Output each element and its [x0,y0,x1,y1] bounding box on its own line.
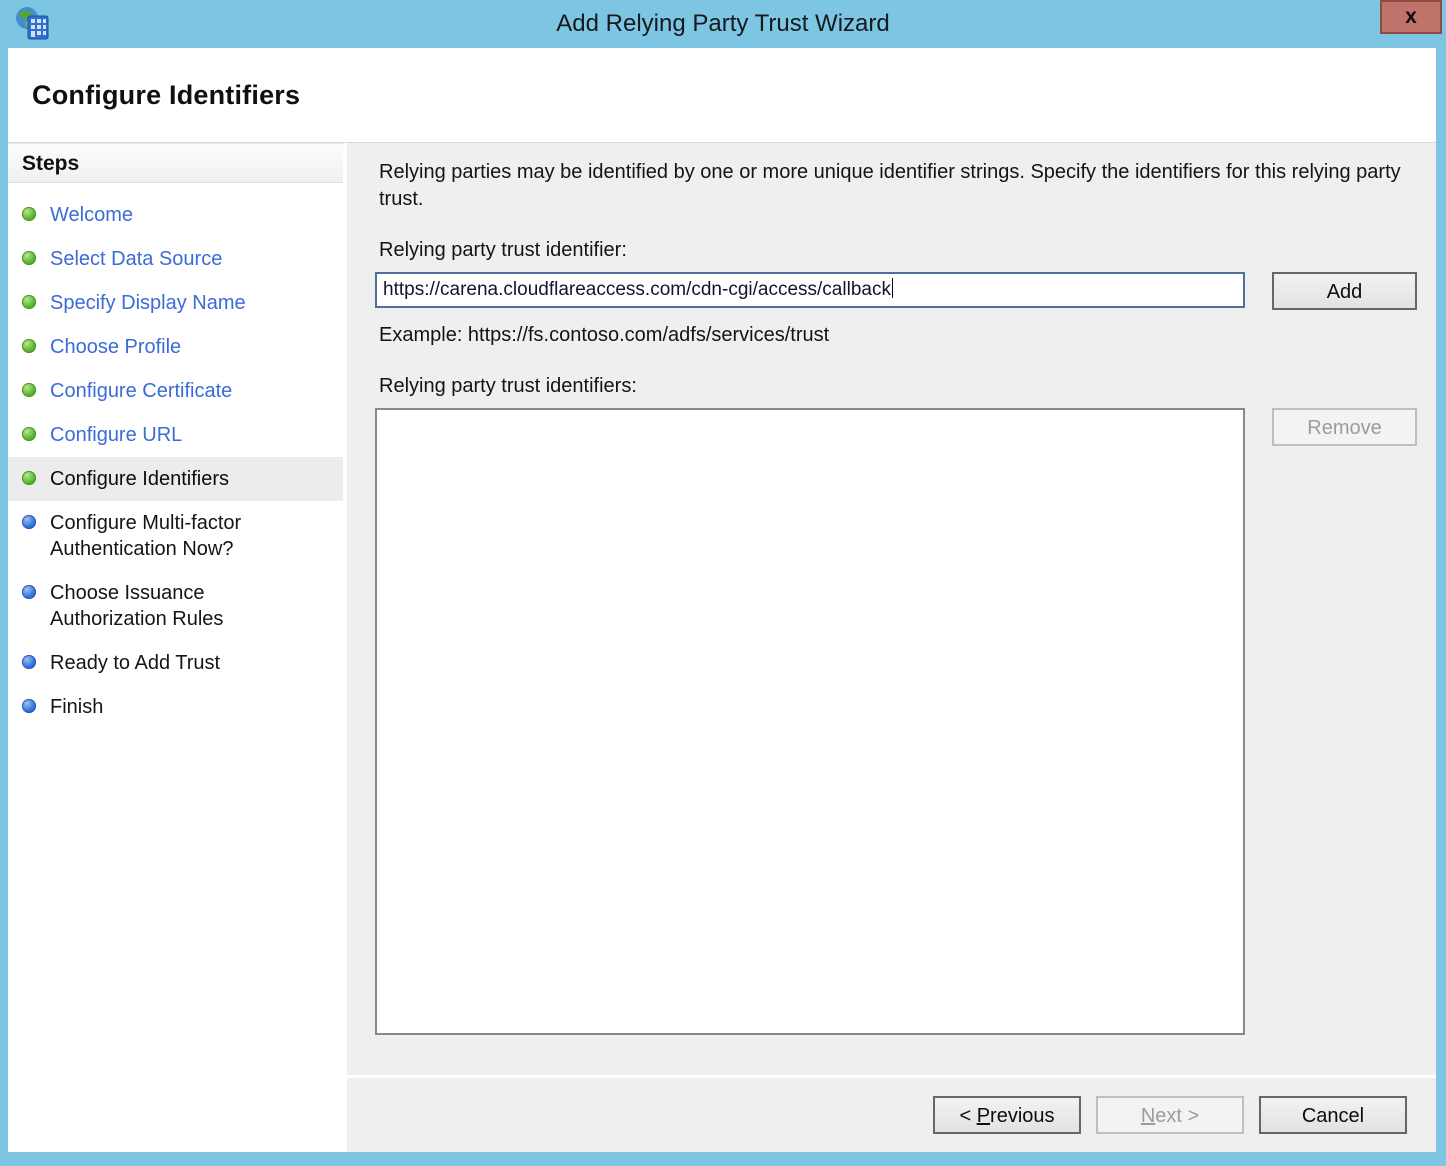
upcoming-step-icon [22,585,36,599]
identifiers-listbox[interactable] [375,408,1245,1035]
completed-step-icon [22,339,36,353]
step-welcome[interactable]: Welcome [8,193,343,237]
close-button[interactable]: x [1380,0,1442,34]
wizard-button-bar: < Previous Next > Cancel [347,1075,1436,1152]
remove-button[interactable]: Remove [1272,408,1417,446]
add-button[interactable]: Add [1272,272,1417,310]
upcoming-step-icon [22,515,36,529]
completed-step-icon [22,207,36,221]
upcoming-step-icon [22,655,36,669]
identifiers-list-label: Relying party trust identifiers: [379,375,1436,398]
steps-sidebar: Steps Welcome Select Data Source Specify… [8,143,347,1152]
previous-button[interactable]: < Previous [933,1096,1081,1134]
step-choose-profile[interactable]: Choose Profile [8,325,343,369]
completed-step-icon [22,383,36,397]
example-text: Example: https://fs.contoso.com/adfs/ser… [379,324,1436,347]
step-configure-url[interactable]: Configure URL [8,413,343,457]
step-configure-identifiers-current[interactable]: Configure Identifiers [8,457,343,501]
completed-step-icon [22,251,36,265]
upcoming-step-icon [22,699,36,713]
titlebar: Add Relying Party Trust Wizard x [0,0,1446,48]
wizard-window: Add Relying Party Trust Wizard x Configu… [0,0,1446,1166]
relying-party-identifier-input[interactable]: https://carena.cloudflareaccess.com/cdn-… [375,272,1245,308]
text-caret [892,278,893,298]
step-configure-certificate[interactable]: Configure Certificate [8,369,343,413]
intro-text: Relying parties may be identified by one… [379,159,1419,213]
steps-heading: Steps [8,143,343,183]
step-finish: Finish [8,685,343,729]
next-button[interactable]: Next > [1096,1096,1244,1134]
window-body: Configure Identifiers Steps Welcome Sele… [8,48,1436,1152]
completed-step-icon [22,427,36,441]
page-header: Configure Identifiers [8,48,1436,143]
completed-step-icon [22,295,36,309]
window-title: Add Relying Party Trust Wizard [0,0,1446,48]
wizard-page-content: Relying parties may be identified by one… [347,143,1436,1075]
step-configure-mfa: Configure Multi-factor Authentication No… [8,501,343,571]
identifier-field-label: Relying party trust identifier: [379,239,1436,262]
completed-step-icon [22,471,36,485]
steps-list: Welcome Select Data Source Specify Displ… [8,183,343,729]
step-select-data-source[interactable]: Select Data Source [8,237,343,281]
page-title: Configure Identifiers [8,48,1436,111]
step-ready-to-add-trust: Ready to Add Trust [8,641,343,685]
step-specify-display-name[interactable]: Specify Display Name [8,281,343,325]
step-choose-issuance-rules: Choose Issuance Authorization Rules [8,571,343,641]
cancel-button[interactable]: Cancel [1259,1096,1407,1134]
